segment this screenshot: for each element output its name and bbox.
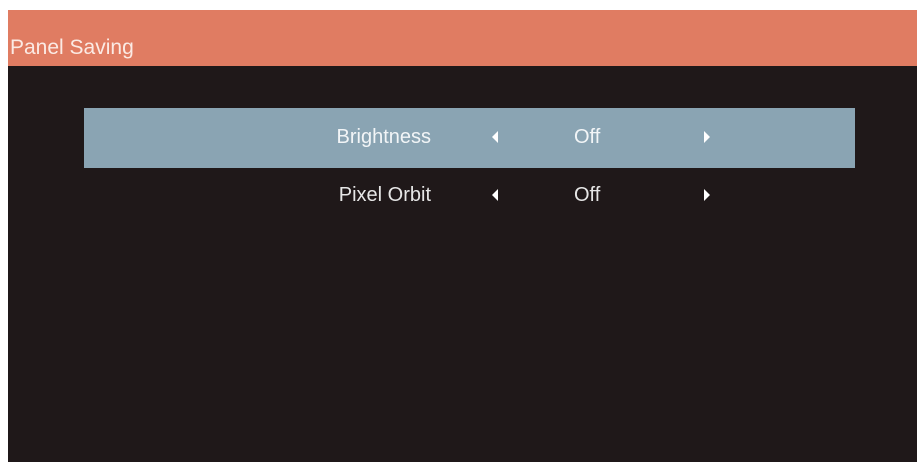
menu-item-value: Off bbox=[574, 184, 601, 206]
menu-item-pixel-orbit[interactable]: Pixel Orbit Off bbox=[84, 166, 855, 226]
triangle-right-icon[interactable] bbox=[704, 131, 710, 143]
menu-item-label: Brightness bbox=[336, 126, 432, 148]
triangle-left-icon[interactable] bbox=[492, 131, 498, 143]
triangle-right-icon[interactable] bbox=[704, 189, 710, 201]
osd-panel: Panel Saving Brightness Off Pixel Orbit … bbox=[8, 10, 917, 462]
page-title: Panel Saving bbox=[10, 36, 134, 59]
osd-header-bar: Panel Saving bbox=[8, 10, 917, 66]
menu-item-value: Off bbox=[574, 126, 601, 148]
menu-item-brightness[interactable]: Brightness Off bbox=[84, 108, 855, 168]
triangle-left-icon[interactable] bbox=[492, 189, 498, 201]
menu-item-label: Pixel Orbit bbox=[338, 184, 431, 206]
